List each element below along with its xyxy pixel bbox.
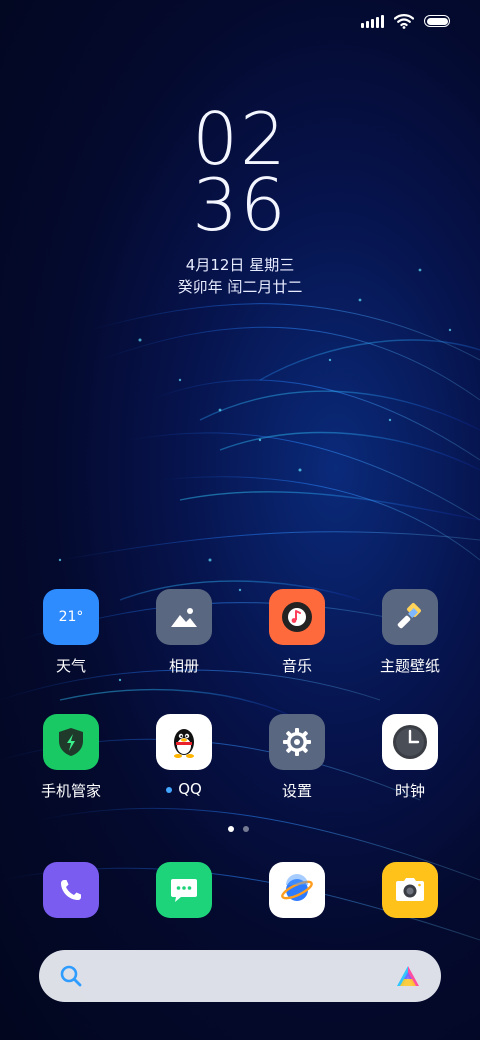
app-settings[interactable]: 设置 [241,714,353,801]
weather-temperature: 21° [58,609,84,625]
app-label-with-indicator: QQ [128,780,240,798]
app-label: 时钟 [394,782,425,800]
page-dot-active[interactable] [228,826,234,832]
new-install-dot [166,786,173,793]
app-label: 主题壁纸 [379,657,440,675]
page-dot[interactable] [243,826,249,832]
app-gallery[interactable]: 相册 [128,589,240,676]
clock-icon [382,714,438,770]
qq-penguin-icon [156,714,212,770]
app-label: 天气 [55,657,86,675]
theme-brush-icon [382,589,438,645]
clock-minutes: 36 [192,163,288,247]
phone-icon [43,862,99,918]
page-indicator[interactable] [228,826,249,832]
music-icon [269,589,325,645]
gregorian-date: 4月12日 星期三 [185,256,295,274]
status-bar [361,10,450,32]
dock-phone[interactable] [15,862,127,918]
home-screen: 02 36 4月12日 星期三 癸卯年 闰二月廿二 21° 天气 相册 音乐 主… [0,0,480,1040]
weather-icon: 21° [43,589,99,645]
app-clock[interactable]: 时钟 [354,714,466,801]
app-label: 相册 [168,657,199,675]
messages-icon [156,862,212,918]
search-icon [60,965,82,987]
app-label: 音乐 [281,657,312,675]
dock-messages[interactable] [128,862,240,918]
app-weather[interactable]: 21° 天气 [15,589,127,676]
gear-icon [269,714,325,770]
app-label: QQ [178,780,202,798]
app-security[interactable]: 手机管家 [15,714,127,801]
app-music[interactable]: 音乐 [241,589,353,676]
app-qq[interactable]: QQ [128,714,240,798]
lunar-date: 癸卯年 闰二月廿二 [177,278,303,296]
gallery-icon [156,589,212,645]
browser-planet-icon [269,862,325,918]
lock-clock[interactable]: 02 36 [0,103,480,247]
app-label: 设置 [281,782,312,800]
wifi-icon [394,14,414,29]
dock-camera[interactable] [354,862,466,918]
app-label: 手机管家 [40,782,101,800]
assistant-logo-icon[interactable] [395,964,421,988]
cellular-signal-icon [361,14,384,28]
app-themes[interactable]: 主题壁纸 [354,589,466,676]
dock-browser[interactable] [241,862,353,918]
search-bar[interactable] [39,950,441,1002]
battery-icon [424,15,450,27]
security-shield-icon [43,714,99,770]
camera-icon [382,862,438,918]
date-widget[interactable]: 4月12日 星期三 癸卯年 闰二月廿二 [0,254,480,298]
